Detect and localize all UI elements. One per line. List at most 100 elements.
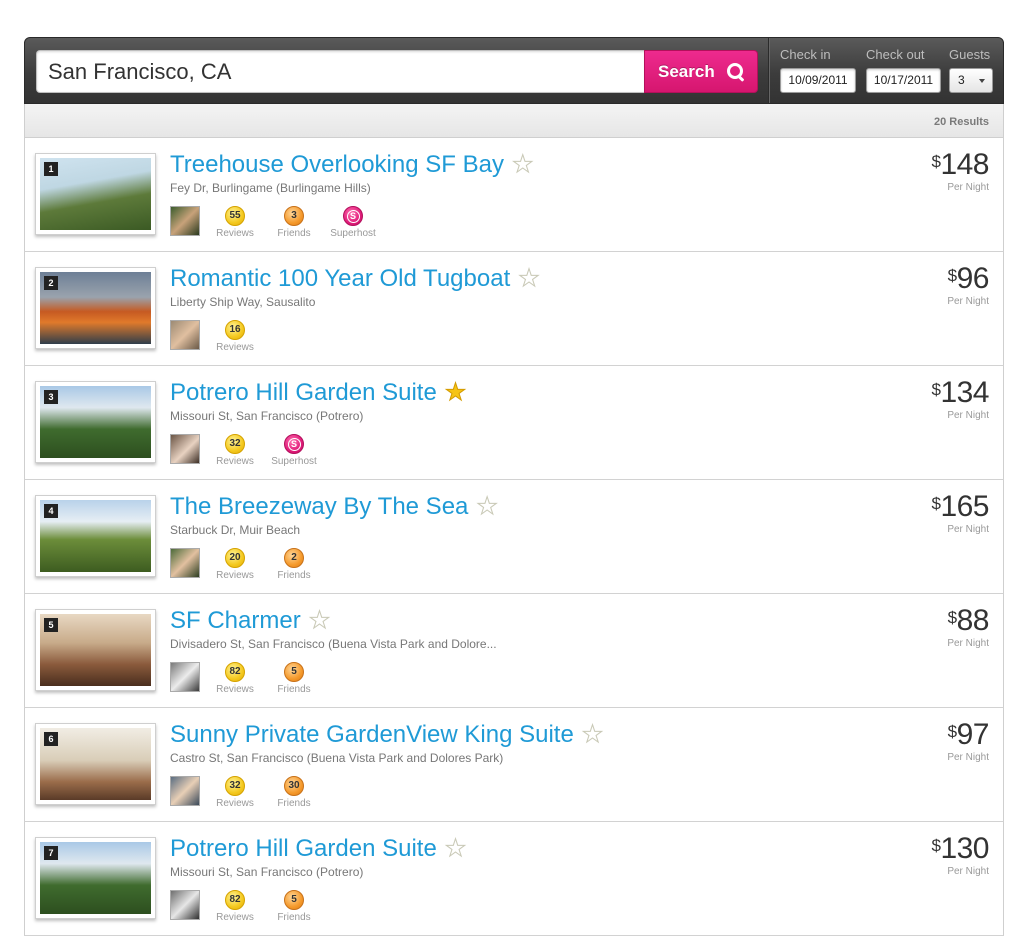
host-avatar[interactable] xyxy=(170,662,200,692)
check-out-field[interactable]: 10/17/2011 xyxy=(866,68,941,93)
listing-number: 6 xyxy=(44,732,58,746)
reviews-count: 32 xyxy=(225,776,245,796)
favorite-star-icon[interactable]: ★ xyxy=(518,266,540,291)
favorite-star-icon[interactable]: ★ xyxy=(444,836,466,861)
price-value: 88 xyxy=(956,604,990,637)
reviews-badge: 55 Reviews xyxy=(207,206,263,239)
listing-title-link[interactable]: Treehouse Overlooking SF Bay xyxy=(170,151,504,179)
price-amount: $88 xyxy=(947,604,990,637)
friends-badge: 2 Friends xyxy=(266,548,322,581)
price-amount: $134 xyxy=(931,378,989,408)
listing-address: Missouri St, San Francisco (Potrero) xyxy=(170,409,364,423)
listing-title-link[interactable]: Potrero Hill Garden Suite xyxy=(170,379,437,407)
host-avatar[interactable] xyxy=(170,548,200,578)
favorite-star-icon[interactable]: ★ xyxy=(308,608,330,633)
reviews-count: 55 xyxy=(225,206,245,226)
header-divider xyxy=(768,38,769,103)
check-in-field[interactable]: 10/09/2011 xyxy=(780,68,856,93)
price-currency: $ xyxy=(931,380,941,399)
listing-title-link[interactable]: The Breezeway By The Sea xyxy=(170,493,468,521)
check-out-label: Check out xyxy=(866,47,925,62)
search-button[interactable]: Search xyxy=(644,50,758,93)
listing-thumbnail[interactable]: 2 xyxy=(35,267,156,349)
listing-thumbnail[interactable]: 1 xyxy=(35,153,156,235)
listing-row[interactable]: 1 Treehouse Overlooking SF Bay ★ Fey Dr, Bu… xyxy=(24,138,1004,252)
listing-row[interactable]: 3 Potrero Hill Garden Suite ★ Missouri St, … xyxy=(24,366,1004,480)
price-amount: $130 xyxy=(931,834,989,864)
listing-price: $148 Per Night xyxy=(931,150,989,194)
host-avatar[interactable] xyxy=(170,776,200,806)
search-results-app: San Francisco, CA Search Check in 10/09/… xyxy=(24,37,1004,937)
friends-badge: 5 Friends xyxy=(266,890,322,923)
listing-thumbnail[interactable]: 3 xyxy=(35,381,156,463)
results-count: 20 Results xyxy=(933,116,989,128)
price-amount: $148 xyxy=(931,150,989,180)
host-avatar[interactable] xyxy=(170,890,200,920)
chevron-down-icon xyxy=(979,79,985,83)
reviews-count: 82 xyxy=(225,890,245,910)
listing-photo: 6 xyxy=(40,728,151,800)
listing-title-row: The Breezeway By The Sea ★ xyxy=(170,493,498,521)
favorite-star-icon[interactable]: ★ xyxy=(476,494,498,519)
price-value: 96 xyxy=(956,262,990,295)
listing-price: $165 Per Night xyxy=(931,492,989,536)
reviews-count: 82 xyxy=(225,662,245,682)
listing-row[interactable]: 6 Sunny Private GardenView King Suite ★ Cas… xyxy=(24,708,1004,822)
search-input[interactable]: San Francisco, CA xyxy=(36,50,645,93)
listing-number: 5 xyxy=(44,618,58,632)
reviews-badge: 32 Reviews xyxy=(207,776,263,809)
listing-row[interactable]: 2 Romantic 100 Year Old Tugboat ★ Liberty S… xyxy=(24,252,1004,366)
host-avatar[interactable] xyxy=(170,434,200,464)
favorite-star-icon[interactable]: ★ xyxy=(581,722,603,747)
check-in-label: Check in xyxy=(780,47,831,62)
listing-photo: 1 xyxy=(40,158,151,230)
favorite-star-icon[interactable]: ★ xyxy=(511,152,533,177)
listing-title-link[interactable]: Sunny Private GardenView King Suite xyxy=(170,721,574,749)
friends-count: 5 xyxy=(284,662,304,682)
superhost-badge: S Superhost xyxy=(266,434,322,467)
listing-title-row: Sunny Private GardenView King Suite ★ xyxy=(170,721,604,749)
listing-row[interactable]: 5 SF Charmer ★ Divisadero St, San Francisco… xyxy=(24,594,1004,708)
listing-title-row: Treehouse Overlooking SF Bay ★ xyxy=(170,151,534,179)
friends-badge: 30 Friends xyxy=(266,776,322,809)
guests-value: 3 xyxy=(958,73,965,87)
superhost-icon: S xyxy=(343,206,363,226)
listing-thumbnail[interactable]: 4 xyxy=(35,495,156,577)
listing-thumbnail[interactable]: 7 xyxy=(35,837,156,919)
listing-price: $96 Per Night xyxy=(947,262,990,308)
listing-address: Fey Dr, Burlingame (Burlingame Hills) xyxy=(170,181,371,195)
listing-thumbnail[interactable]: 5 xyxy=(35,609,156,691)
superhost-label: Superhost xyxy=(271,456,317,467)
host-avatar[interactable] xyxy=(170,320,200,350)
friends-label: Friends xyxy=(277,684,311,695)
reviews-badge: 82 Reviews xyxy=(207,890,263,923)
listing-address: Divisadero St, San Francisco (Buena Vist… xyxy=(170,637,497,651)
price-currency: $ xyxy=(947,266,957,285)
listing-row[interactable]: 4 The Breezeway By The Sea ★ Starbuck Dr, M… xyxy=(24,480,1004,594)
superhost-icon: S xyxy=(284,434,304,454)
reviews-count: 20 xyxy=(225,548,245,568)
listing-title-row: Romantic 100 Year Old Tugboat ★ xyxy=(170,265,540,293)
listing-address: Starbuck Dr, Muir Beach xyxy=(170,523,301,537)
reviews-badge: 20 Reviews xyxy=(207,548,263,581)
favorite-star-icon[interactable]: ★ xyxy=(444,380,466,405)
reviews-label: Reviews xyxy=(216,912,254,923)
price-amount: $97 xyxy=(947,720,990,750)
price-currency: $ xyxy=(947,722,957,741)
reviews-badge: 16 Reviews xyxy=(207,320,263,353)
listing-thumbnail[interactable]: 6 xyxy=(35,723,156,805)
listing-number: 7 xyxy=(44,846,58,860)
listing-row[interactable]: 7 Potrero Hill Garden Suite ★ Missouri St, … xyxy=(24,822,1004,936)
price-amount: $165 xyxy=(931,492,989,522)
listing-title-link[interactable]: Potrero Hill Garden Suite xyxy=(170,835,437,863)
listing-title-link[interactable]: Romantic 100 Year Old Tugboat xyxy=(170,265,510,293)
price-currency: $ xyxy=(931,494,941,513)
guests-select[interactable]: 3 xyxy=(949,68,993,93)
search-button-label: Search xyxy=(658,61,715,81)
host-avatar[interactable] xyxy=(170,206,200,236)
results-bar: 20 Results xyxy=(24,104,1004,138)
superhost-badge: S Superhost xyxy=(325,206,381,239)
listing-price: $88 Per Night xyxy=(947,604,990,650)
listing-title-link[interactable]: SF Charmer xyxy=(170,607,301,635)
friends-label: Friends xyxy=(277,912,311,923)
